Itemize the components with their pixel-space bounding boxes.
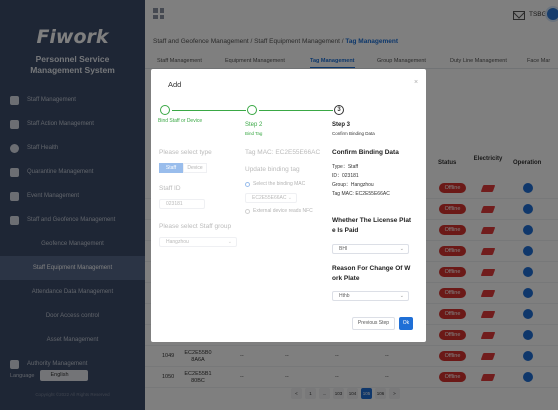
chevron-down-icon: ⌄ <box>399 246 404 252</box>
step-1-desc: Bind Staff or Device <box>158 118 203 124</box>
add-dialog: Add × 3 Bind Staff or Device Step 2 Bind… <box>151 69 426 342</box>
radio-selected-icon <box>245 181 250 187</box>
binding-mac-select[interactable]: EC2E55E66AC ⌄ <box>245 193 297 203</box>
plate-change-reason-select[interactable]: Hthb ⌄ <box>332 291 409 301</box>
chevron-down-icon: ⌄ <box>399 293 404 299</box>
license-paid-label: Whether The License Plat e Is Paid <box>332 217 412 234</box>
close-icon[interactable]: × <box>414 79 418 86</box>
type-staff-option[interactable]: Staff <box>159 163 183 173</box>
type-device-option[interactable]: Device <box>183 163 207 173</box>
step-3-title: Step 3 <box>332 122 351 128</box>
staff-id-input[interactable]: 023181 <box>159 199 205 209</box>
staff-group-select[interactable]: Hangzhou ⌄ <box>159 237 237 247</box>
radio-external-nfc[interactable]: External device reads NFC <box>245 208 313 214</box>
type-label: Please select type <box>159 149 212 156</box>
step-1-check-icon <box>160 105 170 115</box>
step-connector <box>259 110 333 111</box>
plate-change-reason-label: Reason For Change Of W ork Plate <box>332 265 411 282</box>
step-connector <box>172 110 246 111</box>
chevron-down-icon: ⌄ <box>287 195 292 201</box>
chevron-down-icon: ⌄ <box>227 239 232 245</box>
update-binding-label: Update binding tag <box>245 166 300 173</box>
step-3-desc: Confirm Binding Data <box>332 131 375 136</box>
step-2-title: Step 2 <box>245 122 263 128</box>
step-3-number: 3 <box>334 105 344 115</box>
confirm-binding-title: Confirm Binding Data <box>332 149 399 156</box>
dialog-title: Add <box>168 80 182 89</box>
binding-summary: Type：Staff ID：023181 Group：Hangzhou Tag … <box>332 164 390 197</box>
staff-group-label: Please select Staff group <box>159 223 232 230</box>
radio-unselected-icon <box>245 208 250 214</box>
staff-id-label: Staff ID <box>159 185 181 192</box>
ok-button[interactable]: Ok <box>399 317 413 330</box>
previous-step-button[interactable]: Previous Step <box>352 317 395 330</box>
step-2-desc: Bind Tag <box>245 131 263 136</box>
tag-mac-label: Tag MAC: EC2E55E66AC <box>245 149 321 156</box>
license-paid-select[interactable]: BHI ⌄ <box>332 244 409 254</box>
step-2-check-icon <box>247 105 257 115</box>
radio-select-binding-mac[interactable]: Select the binding MAC <box>245 181 305 187</box>
